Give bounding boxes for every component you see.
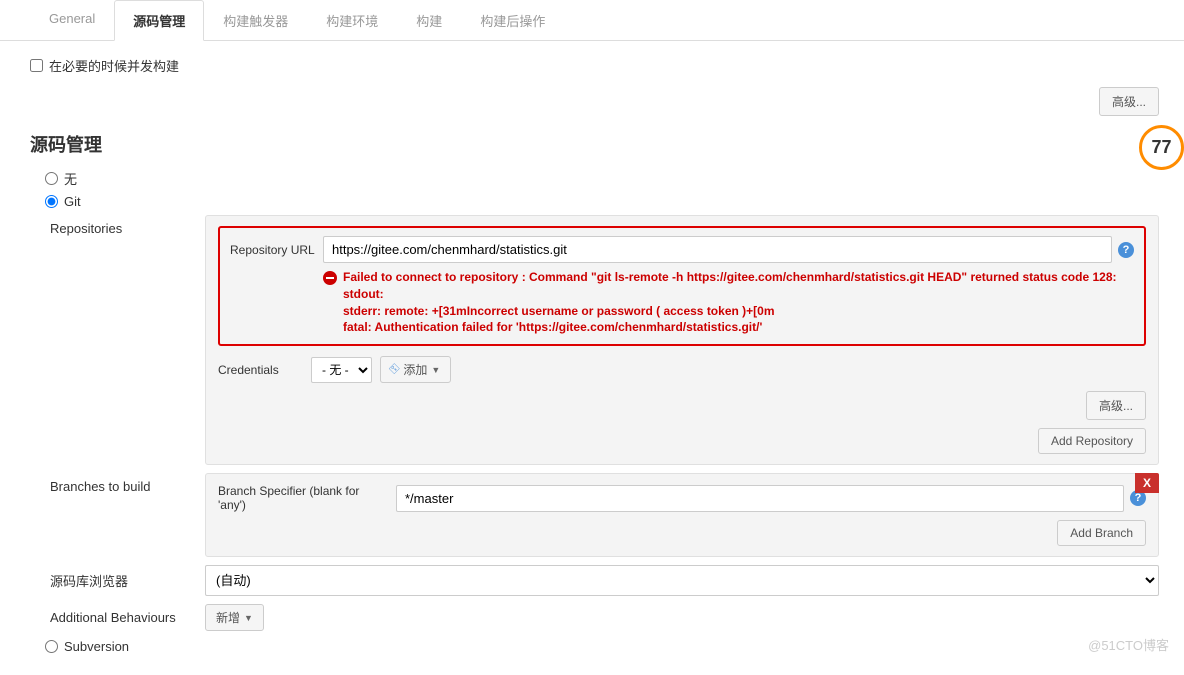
repositories-panel: Repository URL ? Failed to connect to re… [205,215,1159,465]
tab-scm[interactable]: 源码管理 [114,0,204,41]
credentials-label: Credentials [218,363,303,377]
tab-postbuild[interactable]: 构建后操作 [461,0,564,40]
scm-none-radio[interactable] [45,172,58,185]
tab-build[interactable]: 构建 [397,0,461,40]
help-icon[interactable]: ? [1118,242,1134,258]
scm-subversion-label: Subversion [64,639,129,654]
behaviours-label: Additional Behaviours [50,604,205,625]
branches-label: Branches to build [50,473,205,494]
close-icon[interactable]: X [1135,473,1159,493]
branch-specifier-label: Branch Specifier (blank for 'any') [218,484,388,512]
scm-git-label: Git [64,194,81,209]
config-tabs: General 源码管理 构建触发器 构建环境 构建 构建后操作 [0,0,1184,41]
error-icon [323,271,337,285]
section-title-scm: 源码管理 [30,131,1159,157]
repo-url-input[interactable] [323,236,1112,263]
advanced-button[interactable]: 高级... [1099,87,1159,116]
scm-none-label: 无 [64,169,77,188]
repo-browser-select[interactable]: (自动) [205,565,1159,596]
tab-environment[interactable]: 构建环境 [307,0,397,40]
repo-url-label: Repository URL [230,243,315,257]
tab-triggers[interactable]: 构建触发器 [204,0,307,40]
repo-error-outline: Repository URL ? Failed to connect to re… [218,226,1146,346]
concurrent-build-checkbox[interactable] [30,59,43,72]
add-behaviour-button[interactable]: 新增 ▼ [205,604,264,631]
scm-git-radio[interactable] [45,195,58,208]
key-icon: ⚿ [388,362,403,377]
repo-advanced-button[interactable]: 高级... [1086,391,1146,420]
chevron-down-icon: ▼ [244,613,253,623]
tab-general[interactable]: General [30,0,114,40]
branch-specifier-input[interactable] [396,485,1124,512]
branches-panel: X Branch Specifier (blank for 'any') ? A… [205,473,1159,557]
browser-label: 源码库浏览器 [50,565,205,590]
chevron-down-icon: ▼ [431,365,440,375]
repositories-label: Repositories [50,215,205,236]
credentials-select[interactable]: - 无 - [311,357,372,383]
add-repository-button[interactable]: Add Repository [1038,428,1146,454]
score-badge: 77 [1139,125,1184,170]
concurrent-build-label: 在必要的时候并发构建 [49,56,179,75]
add-credentials-button[interactable]: ⚿ 添加 ▼ [380,356,451,383]
watermark: @51CTO博客 [1088,635,1169,654]
content-area: 在必要的时候并发构建 高级... 源码管理 无 Git Repositories… [0,41,1184,675]
add-branch-button[interactable]: Add Branch [1057,520,1146,546]
repo-error-text: Failed to connect to repository : Comman… [343,269,1117,336]
scm-subversion-radio[interactable] [45,640,58,653]
